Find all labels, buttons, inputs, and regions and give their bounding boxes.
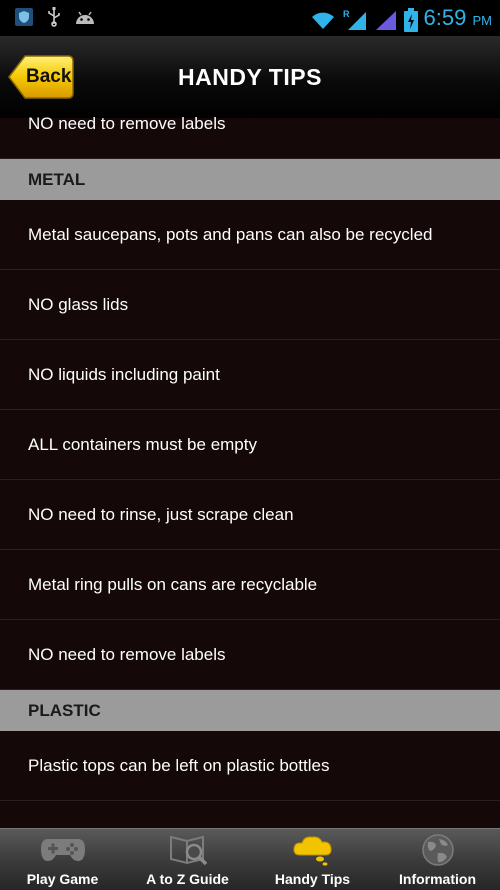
tips-list: NO need to remove labels METAL Metal sau…	[0, 114, 500, 801]
lightbulb-cloud-icon	[292, 836, 332, 866]
gamepad-icon	[40, 839, 85, 861]
book-search-icon	[169, 835, 207, 866]
globe-icon	[421, 834, 454, 866]
back-button-label: Back	[26, 66, 72, 87]
signal-icon	[375, 10, 396, 30]
signal-roaming-icon: R	[343, 9, 366, 30]
tab-play-game[interactable]: Play Game	[0, 829, 125, 890]
tab-label: A to Z Guide	[146, 871, 229, 887]
section-header-plastic: PLASTIC	[0, 690, 500, 731]
status-bar: R 6:59 PM	[0, 0, 500, 36]
list-item: NO liquids including paint	[0, 340, 500, 410]
bottom-tab-bar: Play Game A to Z Guide Handy Tips Inform…	[0, 828, 500, 890]
tab-handy-tips[interactable]: Handy Tips	[250, 829, 375, 890]
clock: 6:59 PM	[423, 5, 492, 30]
shield-app-icon	[15, 8, 33, 26]
section-header-metal: METAL	[0, 159, 500, 200]
tab-information[interactable]: Information	[375, 829, 500, 890]
list-item: NO need to remove labels	[0, 620, 500, 690]
tab-a-to-z-guide[interactable]: A to Z Guide	[125, 829, 250, 890]
back-button[interactable]: Back	[8, 54, 74, 100]
list-item: ALL containers must be empty	[0, 410, 500, 480]
list-item: NO need to rinse, just scrape clean	[0, 480, 500, 550]
usb-icon	[48, 7, 60, 27]
app-header: HANDY TIPS Back	[0, 36, 500, 118]
list-item: Metal ring pulls on cans are recyclable	[0, 550, 500, 620]
tab-label: Handy Tips	[274, 871, 351, 887]
list-item: Plastic tops can be left on plastic bott…	[0, 731, 500, 801]
tab-label: Information	[399, 871, 476, 887]
list-item: NO need to remove labels	[0, 114, 500, 159]
battery-charging-icon	[403, 7, 418, 32]
tab-label: Play Game	[26, 871, 99, 887]
wifi-icon	[311, 12, 334, 29]
svg-text:R: R	[343, 9, 350, 19]
page-title: HANDY TIPS	[178, 64, 322, 90]
android-debug-icon	[76, 11, 94, 24]
list-item: Metal saucepans, pots and pans can also …	[0, 200, 500, 270]
list-item: NO glass lids	[0, 270, 500, 340]
